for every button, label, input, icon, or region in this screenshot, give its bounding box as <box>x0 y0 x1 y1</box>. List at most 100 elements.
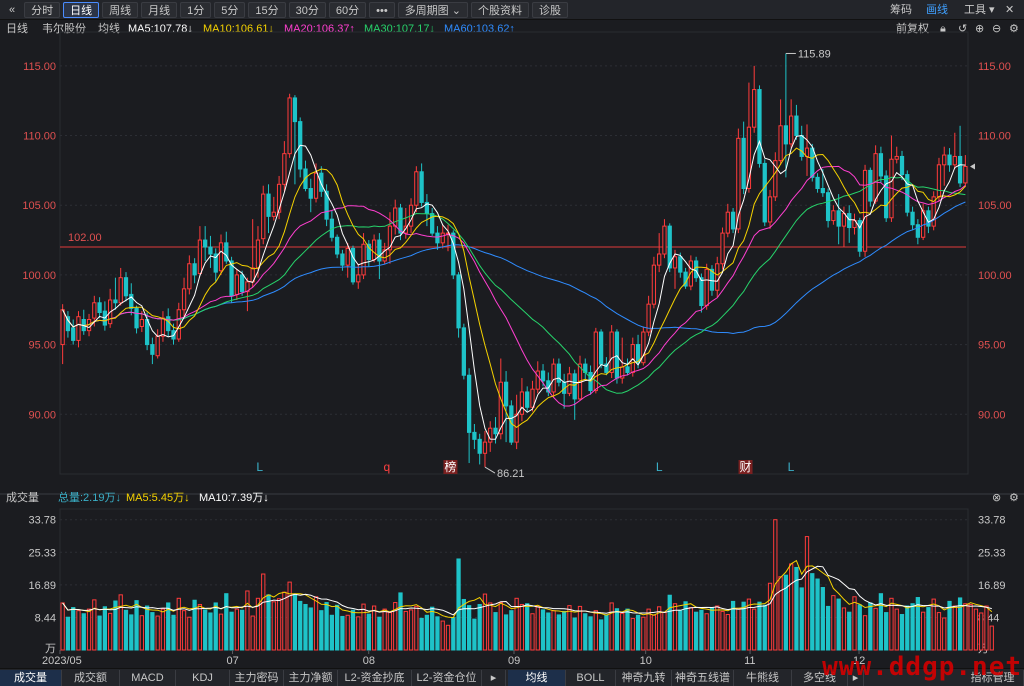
tab-intraday[interactable]: 分时 <box>24 1 61 18</box>
vol-tick-left-3: 8.44 <box>35 612 56 624</box>
candle-body <box>651 264 657 305</box>
y-tick-right-0: 115.00 <box>978 61 1011 73</box>
tab-kdj[interactable]: KDJ <box>176 670 230 686</box>
candle-body <box>92 302 97 319</box>
volume-bar <box>129 614 134 651</box>
tab-l2-bottom[interactable]: L2-资金抄底 <box>338 670 412 686</box>
tab-main-net[interactable]: 主力净额 <box>284 670 338 686</box>
low-label: 86.21 <box>497 468 525 480</box>
candle-body <box>789 115 794 145</box>
volume-bar <box>92 599 97 651</box>
candle-body <box>451 232 456 276</box>
volume-bar <box>493 612 498 651</box>
tab-l2-position[interactable]: L2-资金仓位 <box>412 670 482 686</box>
tab-30min[interactable]: 30分 <box>288 1 326 18</box>
volume-bar <box>187 616 192 651</box>
tab-daily[interactable]: 日线 <box>63 1 100 18</box>
volume-bar <box>678 609 683 651</box>
volume-bar <box>905 605 910 651</box>
candles <box>60 53 968 468</box>
volume-bar <box>778 576 783 651</box>
volume-bar <box>218 613 224 651</box>
candle-body <box>831 210 836 222</box>
y-tick-left-4: 95.00 <box>28 340 56 352</box>
diagnose-button[interactable]: 诊股 <box>531 1 568 18</box>
tab-60min[interactable]: 60分 <box>328 1 367 18</box>
tab-ma[interactable]: 均线 <box>508 670 566 686</box>
candle-body <box>335 236 340 255</box>
x-axis: 2023/05 07 08 09 10 11 12 <box>42 650 865 667</box>
tab-boll[interactable]: BOLL <box>566 670 616 686</box>
candle-body <box>308 188 313 199</box>
volume-bar <box>598 619 604 651</box>
candle-body <box>778 125 783 162</box>
ma5-line <box>62 134 966 440</box>
volume-bar <box>852 596 857 651</box>
volume-bar <box>572 617 577 651</box>
volume-bar <box>884 612 889 651</box>
draw-line-button[interactable]: 画线 <box>926 0 948 20</box>
candle-body <box>657 253 662 266</box>
volume-bar <box>466 605 472 651</box>
volume-close-icon[interactable]: ⊗ <box>992 490 1001 506</box>
tab-1min[interactable]: 1分 <box>180 1 212 18</box>
tab-monthly[interactable]: 月线 <box>141 1 178 18</box>
candle-body <box>873 153 878 202</box>
candle-body <box>419 171 424 203</box>
volume-bar <box>836 598 841 651</box>
volume-settings-icon[interactable]: ⚙ <box>1009 490 1019 506</box>
tools-dropdown[interactable]: 工具 ▾ <box>964 0 995 20</box>
candle-body <box>704 268 709 307</box>
tab-scroll-right[interactable]: ▸ <box>482 670 506 686</box>
volume-bar <box>509 610 514 651</box>
volume-bar <box>831 595 836 651</box>
back-icon[interactable]: « <box>3 2 21 18</box>
stock-profile-button[interactable]: 个股资料 <box>470 1 529 18</box>
volume-bar <box>430 606 435 651</box>
close-icon[interactable]: ✕ <box>1005 0 1014 20</box>
tab-volume[interactable]: 成交量 <box>0 670 62 686</box>
candle-body <box>97 302 102 314</box>
tab-five-lines[interactable]: 神奇五线谱 <box>672 670 734 686</box>
more-periods-button[interactable]: ••• <box>369 1 395 18</box>
tab-nine-turn[interactable]: 神奇九转 <box>616 670 672 686</box>
volume-bar <box>245 590 250 651</box>
volume-bar <box>646 608 651 651</box>
volume-bar <box>614 608 620 651</box>
candle-body <box>847 213 852 229</box>
volume-bar <box>857 604 862 651</box>
volume-bar <box>979 612 984 651</box>
volume-bar <box>789 563 794 651</box>
volume-bar <box>208 612 213 651</box>
kline-chart[interactable]: 115.00 115.00 110.00 110.00 105.00 105.00 100.… <box>0 18 1024 668</box>
tab-macd[interactable]: MACD <box>120 670 176 686</box>
candle-body <box>952 155 957 166</box>
candle-body <box>118 277 123 304</box>
candle-body <box>160 317 166 337</box>
tab-15min[interactable]: 15分 <box>248 1 286 18</box>
candle-body <box>218 242 224 272</box>
volume-bar <box>456 558 461 651</box>
candle-body <box>271 211 276 217</box>
volume-bar <box>804 536 810 651</box>
volume-bar <box>583 613 588 651</box>
multi-period-dropdown[interactable]: 多周期图 ⌄ <box>397 1 468 18</box>
volume-bar <box>445 624 451 651</box>
volume-bar <box>498 602 503 651</box>
volume-bar <box>276 598 282 651</box>
tab-bull-bear[interactable]: 牛熊线 <box>734 670 792 686</box>
volume-bar <box>926 607 931 651</box>
tab-weekly[interactable]: 周线 <box>102 1 139 18</box>
tab-turnover[interactable]: 成交额 <box>62 670 120 686</box>
chips-button[interactable]: 筹码 <box>890 0 912 20</box>
candle-body <box>371 239 377 261</box>
volume-bar <box>878 593 884 651</box>
volume-bar <box>361 603 366 651</box>
tab-main-code[interactable]: 主力密码 <box>230 670 284 686</box>
volume-bar <box>535 605 540 651</box>
volume-bar <box>920 611 926 651</box>
tab-5min[interactable]: 5分 <box>214 1 246 18</box>
event-marker-5: L <box>788 460 795 474</box>
candle-body <box>820 188 825 194</box>
volume-bar <box>894 608 899 651</box>
